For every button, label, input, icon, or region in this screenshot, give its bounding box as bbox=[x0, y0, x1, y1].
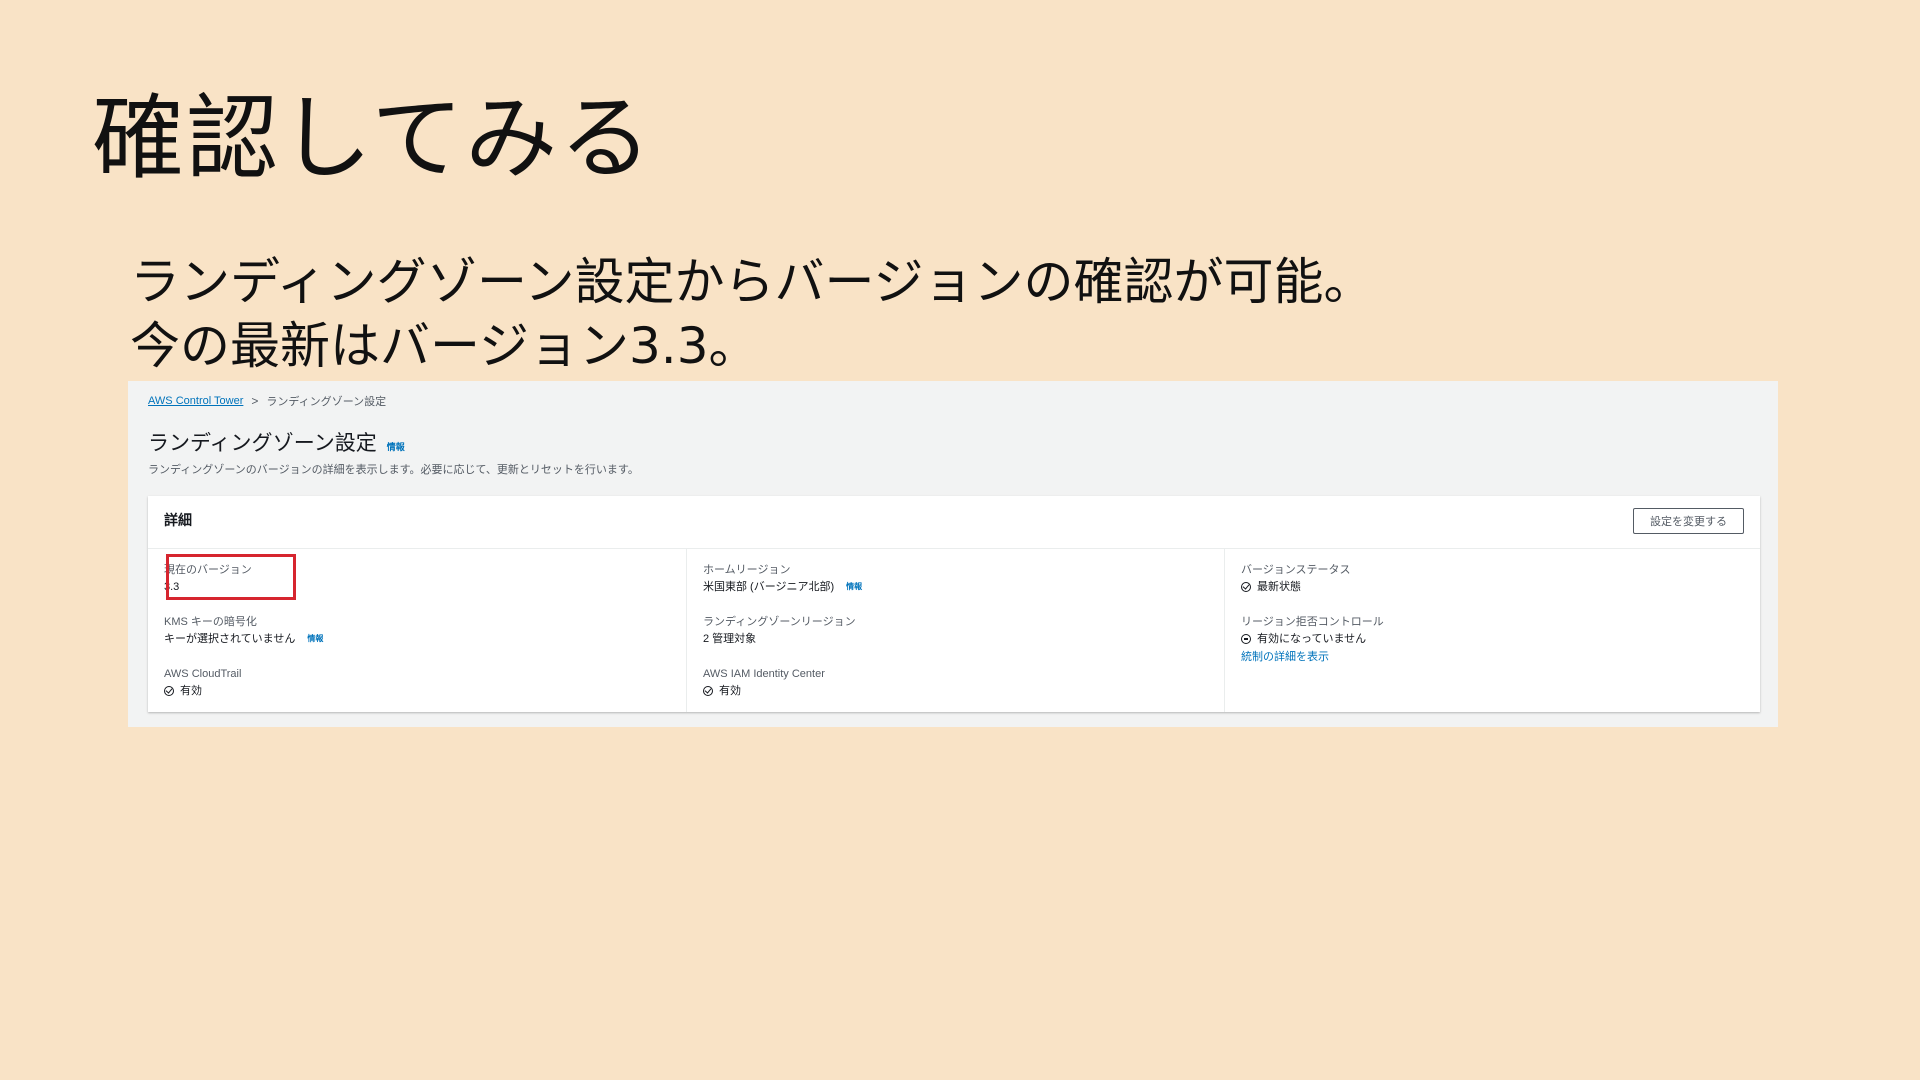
region-deny-value: 有効になっていません bbox=[1241, 630, 1384, 648]
details-column-1: 現在のバージョン 3.3 KMS キーの暗号化 キーが選択されていません 情報 … bbox=[148, 548, 686, 712]
current-version-field: 現在のバージョン 3.3 bbox=[164, 554, 296, 600]
home-region-field: ホームリージョン 米国東部 (バージニア北部) 情報 bbox=[703, 562, 862, 596]
iam-label: AWS IAM Identity Center bbox=[703, 668, 825, 680]
page-title: ランディングゾーン設定 bbox=[148, 432, 377, 455]
lz-region-field: ランディングゾーンリージョン 2 管理対象 bbox=[703, 614, 856, 648]
kms-label: KMS キーの暗号化 bbox=[164, 616, 257, 628]
details-header: 詳細 bbox=[164, 512, 192, 528]
details-column-3: バージョンステータス 最新状態 リージョン拒否コントロール 有効になっていません… bbox=[1224, 548, 1761, 712]
page-heading: ランディングゾーン設定 情報 bbox=[148, 427, 405, 457]
kms-info-link[interactable]: 情報 bbox=[307, 630, 323, 648]
iam-field: AWS IAM Identity Center 有効 bbox=[703, 666, 825, 700]
cloudtrail-value: 有効 bbox=[164, 682, 241, 700]
region-deny-label: リージョン拒否コントロール bbox=[1241, 616, 1384, 628]
highlight-box bbox=[166, 554, 296, 600]
console-screenshot: AWS Control Tower > ランディングゾーン設定 ランディングゾー… bbox=[128, 381, 1778, 727]
slide-title: 確認してみる bbox=[92, 85, 654, 192]
version-status-value: 最新状態 bbox=[1241, 578, 1351, 596]
page-info-link[interactable]: 情報 bbox=[387, 440, 405, 453]
lz-region-label: ランディングゾーンリージョン bbox=[703, 616, 856, 628]
breadcrumb: AWS Control Tower > ランディングゾーン設定 bbox=[148, 393, 386, 409]
kms-value: キーが選択されていません 情報 bbox=[164, 630, 323, 648]
check-circle-icon bbox=[703, 686, 713, 696]
slide-body-line-2: 今の最新はバージョン3.3。 bbox=[130, 317, 759, 375]
breadcrumb-current: ランディングゾーン設定 bbox=[266, 396, 387, 408]
kms-field: KMS キーの暗号化 キーが選択されていません 情報 bbox=[164, 614, 323, 648]
page-description: ランディングゾーンのバージョンの詳細を表示します。必要に応じて、更新とリセットを… bbox=[148, 464, 639, 476]
details-column-2: ホームリージョン 米国東部 (バージニア北部) 情報 ランディングゾーンリージョ… bbox=[686, 548, 1225, 712]
edit-settings-button[interactable]: 設定を変更する bbox=[1633, 508, 1744, 534]
minus-circle-icon bbox=[1241, 634, 1251, 644]
details-card: 詳細 設定を変更する 現在のバージョン 3.3 KMS キーの暗号化 キーが選択… bbox=[148, 496, 1760, 712]
iam-value: 有効 bbox=[703, 682, 825, 700]
slide-body: ランディングゾーン設定からバージョンの確認が可能。 今の最新はバージョン3.3。 bbox=[130, 250, 1374, 378]
control-details-link[interactable]: 統制の詳細を表示 bbox=[1241, 648, 1384, 664]
check-circle-icon bbox=[1241, 582, 1251, 592]
version-status-field: バージョンステータス 最新状態 bbox=[1241, 562, 1351, 596]
chevron-right-icon: > bbox=[251, 394, 259, 408]
cloudtrail-label: AWS CloudTrail bbox=[164, 668, 242, 680]
version-status-label: バージョンステータス bbox=[1241, 564, 1351, 576]
home-region-value: 米国東部 (バージニア北部) 情報 bbox=[703, 578, 862, 596]
details-card-header: 詳細 設定を変更する bbox=[148, 496, 1760, 549]
breadcrumb-root-link[interactable]: AWS Control Tower bbox=[148, 395, 243, 407]
cloudtrail-field: AWS CloudTrail 有効 bbox=[164, 666, 241, 700]
home-region-label: ホームリージョン bbox=[703, 564, 791, 576]
region-deny-field: リージョン拒否コントロール 有効になっていません 統制の詳細を表示 bbox=[1241, 614, 1384, 664]
check-circle-icon bbox=[164, 686, 174, 696]
slide-body-line-1: ランディングゾーン設定からバージョンの確認が可能。 bbox=[130, 253, 1374, 311]
lz-region-value: 2 管理対象 bbox=[703, 633, 757, 645]
home-region-info-link[interactable]: 情報 bbox=[846, 578, 862, 596]
